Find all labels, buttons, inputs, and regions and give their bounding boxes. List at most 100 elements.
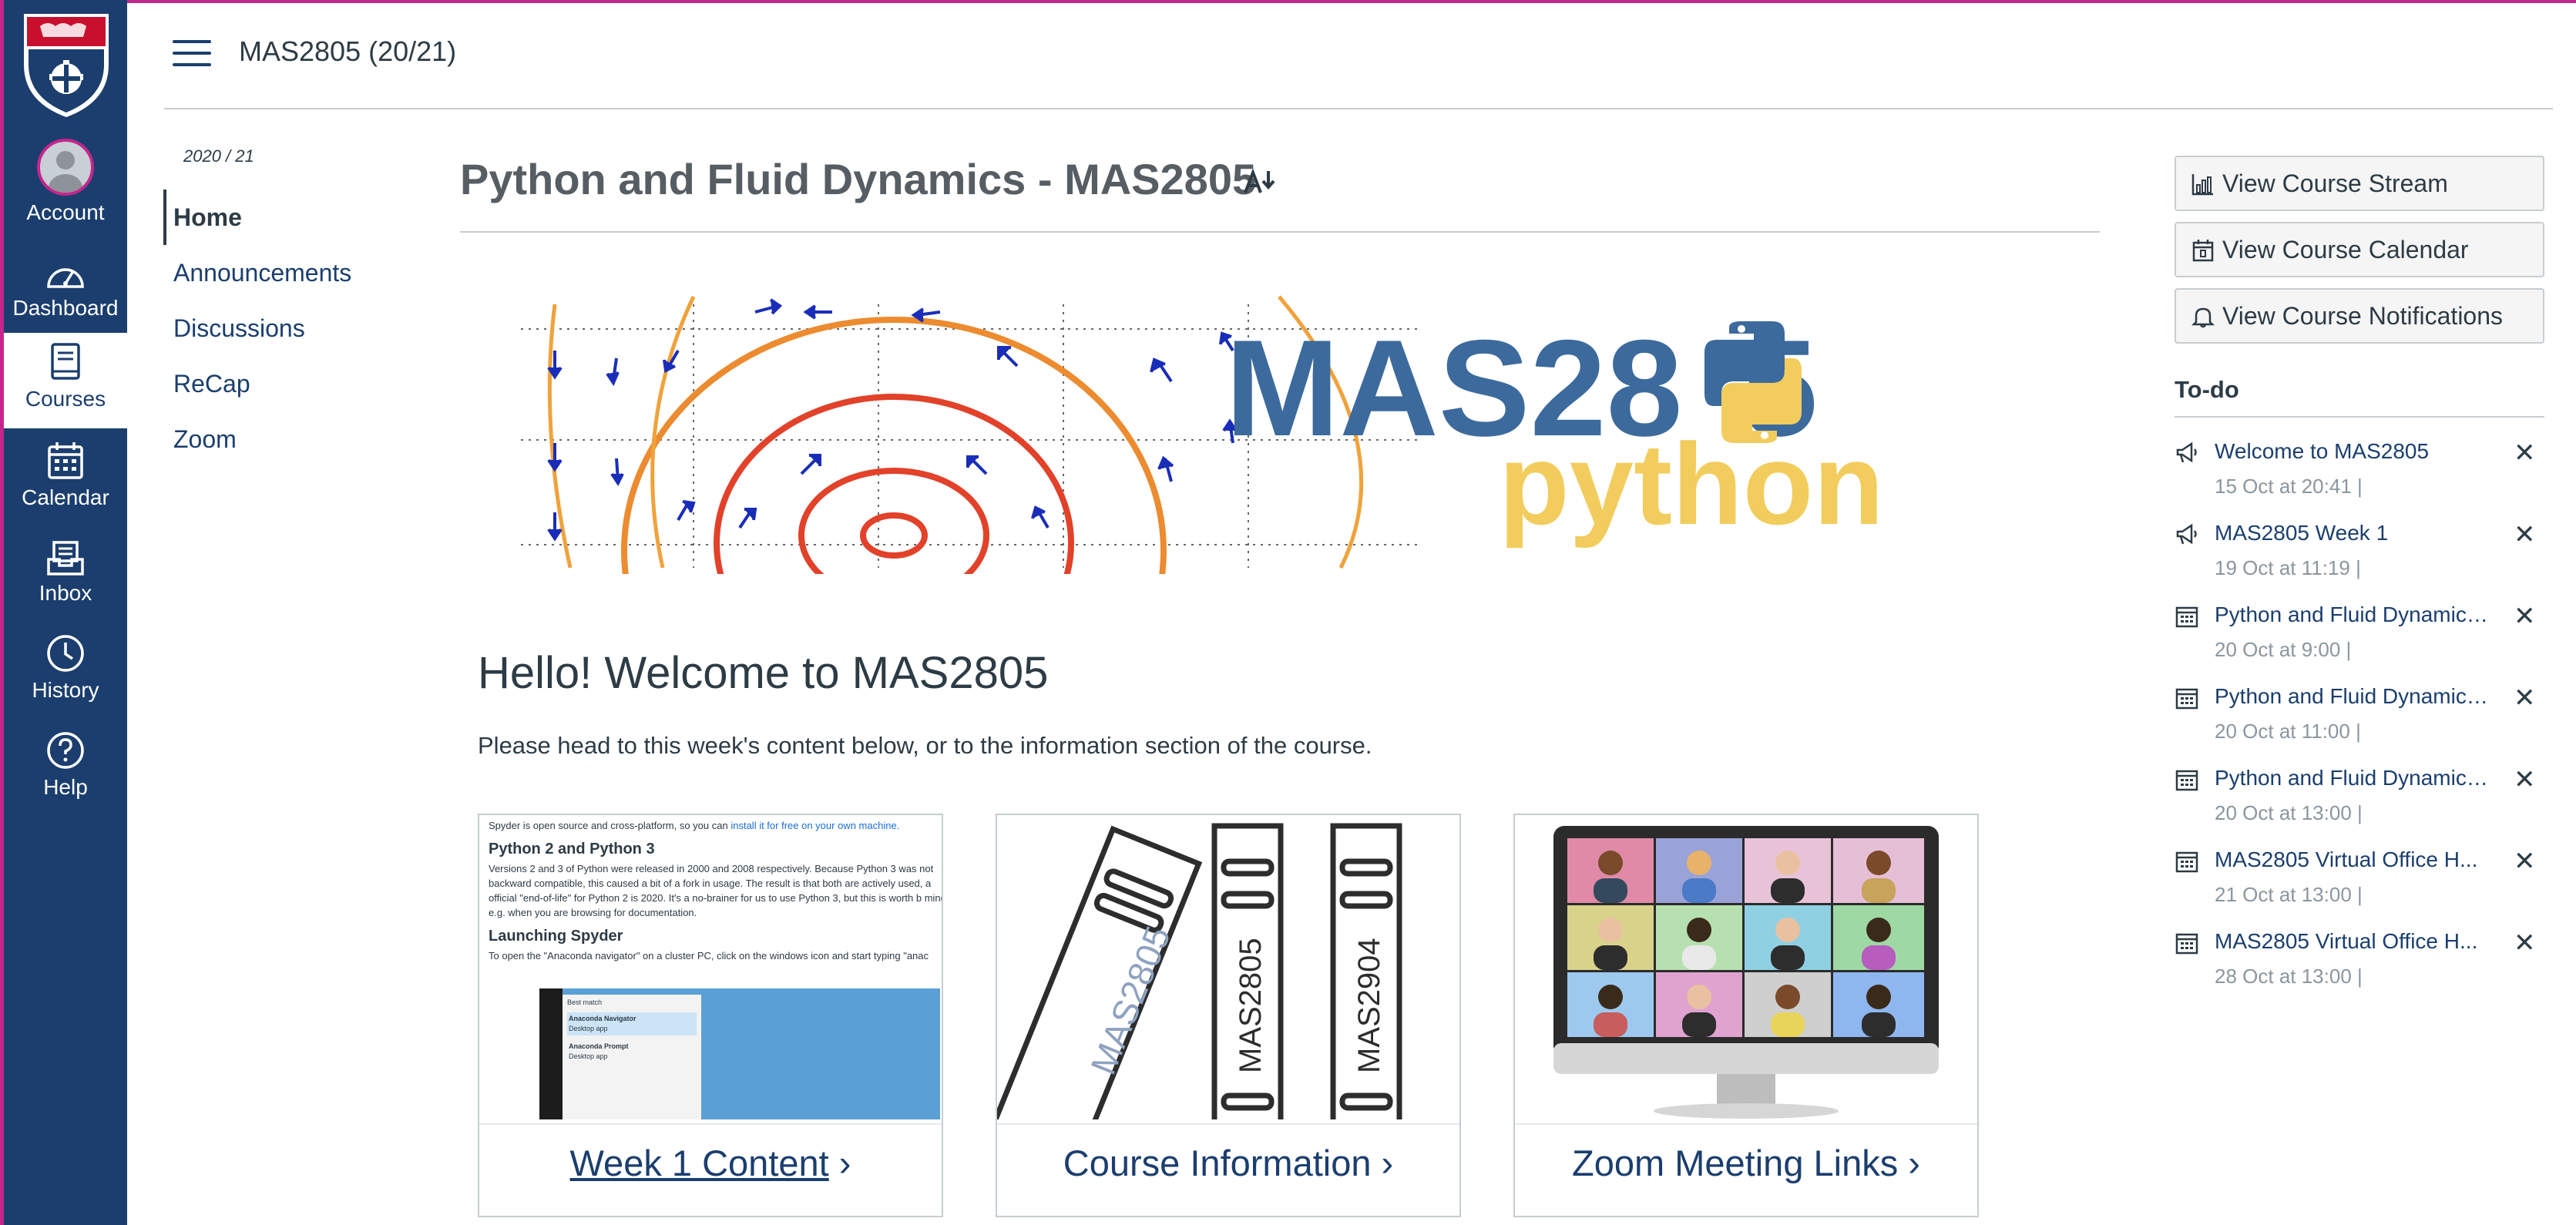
- nav-inbox[interactable]: Inbox: [4, 539, 127, 606]
- course-menu-toggle-button[interactable]: [173, 40, 211, 71]
- week1-content-link[interactable]: Week 1 Content ›: [479, 1123, 942, 1216]
- zoom-links-card[interactable]: Zoom Meeting Links ›: [1513, 814, 1979, 1217]
- week1-content-card[interactable]: Spyder is open source and cross-platform…: [478, 814, 943, 1217]
- avatar: [37, 139, 94, 196]
- text-size-icon[interactable]: [1242, 166, 1279, 197]
- calendar-icon: [2175, 851, 2198, 873]
- welcome-heading: Hello! Welcome to MAS2805: [478, 648, 1049, 698]
- todo-title-link[interactable]: MAS2805 Virtual Office H...: [2215, 929, 2492, 954]
- course-nav-zoom[interactable]: Zoom: [173, 425, 237, 454]
- calendar-icon: [2175, 606, 2198, 628]
- calendar-icon: [48, 442, 83, 479]
- todo-title-link[interactable]: MAS2805 Virtual Office H...: [2215, 847, 2492, 872]
- nav-dashboard[interactable]: Dashboard: [4, 256, 127, 321]
- view-course-stream-button[interactable]: View Course Stream: [2175, 156, 2544, 211]
- term-label: 2020 / 21: [183, 146, 254, 166]
- todo-title-link[interactable]: Python and Fluid Dynamics...: [2215, 602, 2492, 627]
- nav-account-label: Account: [26, 200, 105, 224]
- course-information-card[interactable]: MAS2805 MAS2805 MAS2904 Course Informati…: [996, 814, 1461, 1217]
- breadcrumb[interactable]: MAS2805 (20/21): [239, 35, 456, 68]
- screenshot-thumb: Best match Anaconda Navigator Desktop app…: [539, 988, 940, 1119]
- active-indicator: [163, 190, 166, 245]
- todo-date: 21 Oct at 13:00 |: [2215, 883, 2363, 906]
- svg-text:MAS2805: MAS2805: [1083, 921, 1178, 1080]
- todo-date: 19 Oct at 11:19 |: [2215, 556, 2361, 579]
- course-nav-discussions[interactable]: Discussions: [173, 314, 305, 343]
- todo-date: 28 Oct at 13:00 |: [2215, 965, 2363, 988]
- calendar-icon: [2175, 688, 2198, 710]
- dismiss-icon[interactable]: ✕: [2514, 601, 2536, 632]
- course-nav-announcements[interactable]: Announcements: [173, 259, 351, 287]
- todo-item: MAS2805 Week 1 19 Oct at 11:19 | ✕: [2175, 519, 2544, 596]
- todo-date: 20 Oct at 13:00 |: [2215, 801, 2363, 824]
- todo-item: MAS2805 Virtual Office H... 21 Oct at 13…: [2175, 846, 2544, 923]
- courses-book-icon: [51, 343, 80, 380]
- todo-item: Welcome to MAS2805 15 Oct at 20:41 | ✕: [2175, 438, 2544, 515]
- course-information-link[interactable]: Course Information ›: [997, 1123, 1459, 1216]
- global-nav: Account Dashboard Courses Calendar Inbox…: [0, 0, 127, 1225]
- university-crest-logo[interactable]: [21, 11, 112, 119]
- todo-item: Python and Fluid Dynamics... 20 Oct at 9…: [2175, 601, 2544, 678]
- binders-thumbnail: MAS2805 MAS2805 MAS2904: [997, 823, 1402, 1119]
- calendar-icon: [2175, 933, 2198, 955]
- todo-date: 20 Oct at 11:00 |: [2215, 720, 2361, 743]
- chevron-right-icon: ›: [1908, 1143, 1920, 1183]
- nav-calendar[interactable]: Calendar: [4, 441, 127, 510]
- dismiss-icon[interactable]: ✕: [2514, 846, 2536, 877]
- help-question-icon: [47, 732, 84, 769]
- bell-icon: [2191, 307, 2215, 328]
- todo-title-link[interactable]: Welcome to MAS2805: [2215, 439, 2492, 464]
- todo-item: Python and Fluid Dynamics... 20 Oct at 1…: [2175, 683, 2544, 760]
- todo-title-link[interactable]: Python and Fluid Dynamics...: [2215, 684, 2492, 709]
- calendar-icon: [2175, 770, 2198, 791]
- todo-title-link[interactable]: MAS2805 Week 1: [2215, 521, 2492, 545]
- history-clock-icon: [47, 635, 84, 672]
- video-meeting-thumbnail: [1553, 826, 1939, 1119]
- todo-date: 20 Oct at 9:00 |: [2215, 638, 2352, 661]
- dismiss-icon[interactable]: ✕: [2514, 683, 2536, 713]
- todo-title-link[interactable]: Python and Fluid Dynamics...: [2215, 766, 2492, 790]
- dismiss-icon[interactable]: ✕: [2514, 438, 2536, 468]
- dashboard-icon: [47, 268, 84, 288]
- todo-heading: To-do: [2175, 376, 2239, 403]
- svg-text:MAS2805: MAS2805: [1234, 938, 1268, 1073]
- inbox-icon: [47, 541, 84, 576]
- week1-thumbnail: Spyder is open source and cross-platform…: [479, 815, 942, 1126]
- todo-date: 15 Oct at 20:41 |: [2215, 475, 2363, 498]
- intro-text: Please head to this week's content below…: [478, 732, 1372, 759]
- nav-history[interactable]: History: [4, 633, 127, 703]
- todo-item: Python and Fluid Dynamics... 20 Oct at 1…: [2175, 764, 2544, 841]
- bar-chart-icon: [2191, 174, 2213, 196]
- course-banner-image: MAS28 5 python: [521, 295, 1884, 574]
- title-divider: [460, 231, 2100, 233]
- hamburger-bar-icon: [173, 63, 211, 66]
- header-divider: [164, 108, 2553, 109]
- hamburger-bar-icon: [173, 40, 211, 43]
- view-course-calendar-button[interactable]: View Course Calendar: [2175, 222, 2544, 277]
- banner-word: python: [1499, 419, 1884, 549]
- dismiss-icon[interactable]: ✕: [2514, 764, 2536, 795]
- zoom-links-link[interactable]: Zoom Meeting Links ›: [1515, 1123, 1977, 1216]
- nav-courses-label: Courses: [25, 387, 106, 411]
- nav-history-label: History: [32, 678, 99, 702]
- page-title: Python and Fluid Dynamics - MAS2805: [460, 155, 1257, 203]
- nav-dashboard-label: Dashboard: [12, 296, 119, 320]
- dismiss-icon[interactable]: ✕: [2514, 519, 2536, 550]
- nav-account[interactable]: Account: [4, 139, 127, 225]
- announcement-icon: [2176, 523, 2197, 545]
- view-course-notifications-button[interactable]: View Course Notifications: [2175, 288, 2544, 344]
- top-accent-line: [0, 0, 2576, 3]
- course-nav-recap[interactable]: ReCap: [173, 370, 250, 398]
- course-nav-home[interactable]: Home: [173, 203, 242, 232]
- announcement-icon: [2176, 441, 2197, 463]
- todo-item: MAS2805 Virtual Office H... 28 Oct at 13…: [2175, 928, 2544, 1005]
- todo-divider: [2175, 416, 2544, 418]
- chevron-right-icon: ›: [838, 1143, 851, 1183]
- nav-help-label: Help: [43, 775, 88, 799]
- nav-help[interactable]: Help: [4, 730, 127, 800]
- nav-calendar-label: Calendar: [22, 485, 109, 509]
- nav-courses[interactable]: Courses: [4, 333, 127, 428]
- chevron-right-icon: ›: [1381, 1143, 1394, 1183]
- nav-inbox-label: Inbox: [39, 581, 92, 605]
- dismiss-icon[interactable]: ✕: [2514, 928, 2536, 958]
